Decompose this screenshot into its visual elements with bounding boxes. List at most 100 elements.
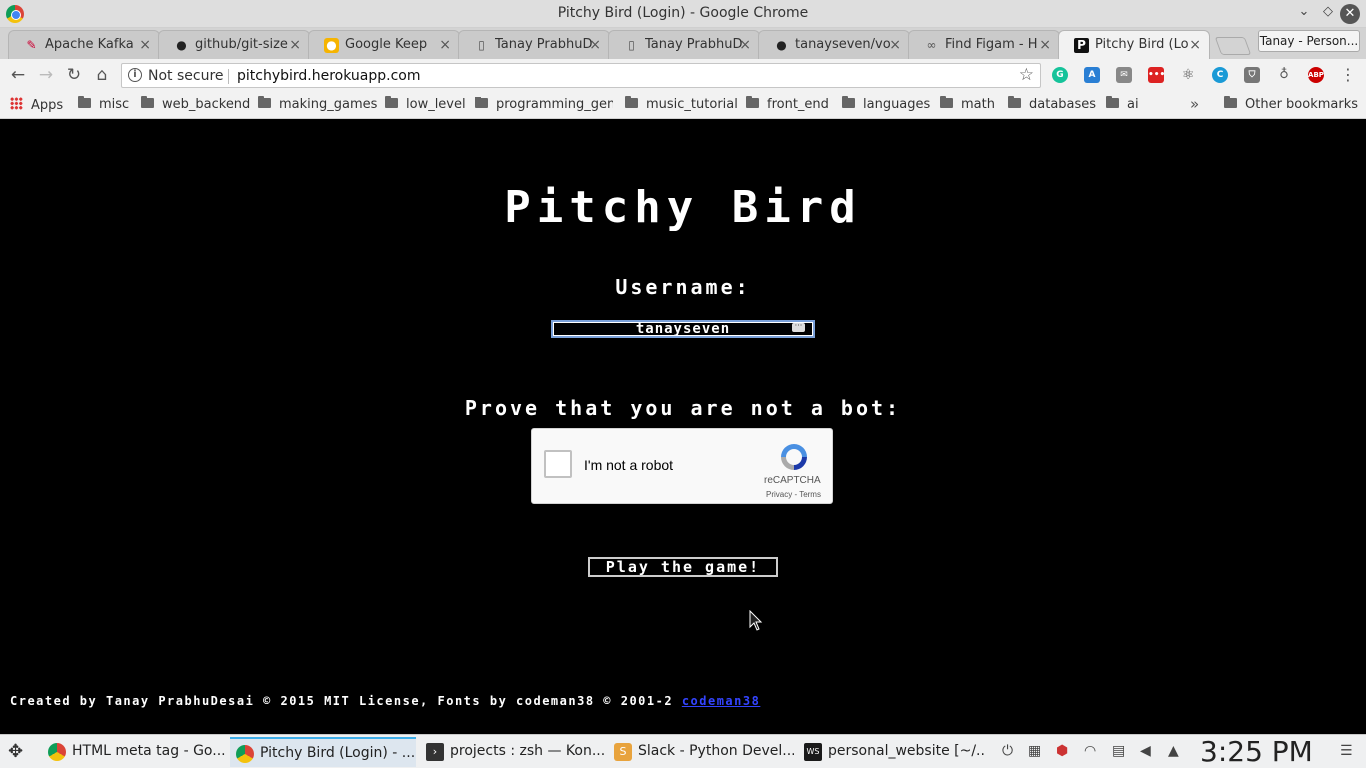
bookmark-folder-math[interactable]: math bbox=[940, 96, 995, 112]
bookmark-folder-languages[interactable]: languages bbox=[842, 96, 931, 112]
close-window-icon[interactable]: ✕ bbox=[1340, 4, 1360, 24]
document-icon: ▯ bbox=[628, 38, 635, 52]
security-status[interactable]: Not secure bbox=[148, 68, 224, 84]
recaptcha-logo-icon bbox=[781, 444, 807, 470]
more-bookmarks-icon[interactable]: » bbox=[1190, 95, 1199, 113]
browser-toolbar: ← → ↻ ⌂ i Not secure pitchybird.herokuap… bbox=[0, 59, 1366, 92]
maximize-icon[interactable]: ◇ bbox=[1318, 4, 1338, 19]
bookmark-label: languages bbox=[863, 97, 931, 112]
password-manager-icon[interactable]: ··· bbox=[792, 322, 805, 332]
bookmark-folder-front-end[interactable]: front_end bbox=[746, 96, 829, 112]
tab-tanayseven-repo[interactable]: ● tanayseven/vo × bbox=[758, 30, 910, 59]
task-konsole[interactable]: › projects : zsh — Kon... bbox=[420, 737, 606, 767]
close-tab-icon[interactable]: × bbox=[439, 31, 451, 59]
keep-icon: ● bbox=[324, 38, 339, 53]
task-pitchy-bird[interactable]: Pitchy Bird (Login) - ... bbox=[230, 737, 416, 767]
tray-expand-icon[interactable]: ▲ bbox=[1168, 743, 1179, 759]
reload-icon[interactable]: ↻ bbox=[63, 64, 85, 86]
lightbulb-icon[interactable]: ♁ bbox=[1276, 67, 1292, 83]
tray-power-icon[interactable]: ⏻ bbox=[1002, 743, 1013, 759]
tab-label: Tanay PrabhuD bbox=[495, 37, 593, 52]
minimize-icon[interactable]: ⌄ bbox=[1294, 4, 1314, 19]
grammarly-icon[interactable]: G bbox=[1052, 67, 1068, 83]
chrome-icon bbox=[48, 743, 66, 761]
tab-find-figam[interactable]: ∞ Find Figam - H × bbox=[908, 30, 1060, 59]
tray-app-icon[interactable]: ⬢ bbox=[1056, 743, 1068, 759]
extension-a-icon[interactable]: A bbox=[1084, 67, 1100, 83]
shield-icon[interactable]: ⛉ bbox=[1244, 67, 1260, 83]
close-tab-icon[interactable]: × bbox=[289, 31, 301, 59]
info-icon[interactable]: i bbox=[128, 68, 142, 82]
back-icon[interactable]: ← bbox=[7, 64, 29, 86]
bookmark-star-icon[interactable]: ☆ bbox=[1019, 65, 1034, 85]
play-game-button[interactable]: Play the game! bbox=[588, 557, 778, 577]
react-devtools-icon[interactable]: ⚛ bbox=[1180, 67, 1196, 83]
bookmark-label: music_tutorial bbox=[646, 97, 738, 112]
forward-icon[interactable]: → bbox=[35, 64, 57, 86]
folder-icon bbox=[141, 96, 154, 108]
tab-pitchy-bird[interactable]: P Pitchy Bird (Lo × bbox=[1058, 30, 1210, 59]
bookmark-folder-web-backend[interactable]: web_backend bbox=[141, 96, 250, 112]
chrome-menu-icon[interactable]: ⋮ bbox=[1340, 65, 1356, 84]
tab-google-keep[interactable]: ● Google Keep × bbox=[308, 30, 460, 59]
task-label: Pitchy Bird (Login) - ... bbox=[260, 745, 416, 761]
pitchy-icon: P bbox=[1074, 38, 1089, 53]
recaptcha-privacy-terms[interactable]: Privacy - Terms bbox=[766, 490, 821, 499]
close-tab-icon[interactable]: × bbox=[1189, 31, 1201, 59]
tray-volume-icon[interactable]: ◀ bbox=[1140, 743, 1151, 759]
task-label: personal_website [~/... bbox=[828, 743, 984, 759]
close-tab-icon[interactable]: × bbox=[1039, 31, 1051, 59]
bookmark-other[interactable]: Other bookmarks bbox=[1224, 96, 1358, 112]
tab-github-git-size[interactable]: ● github/git-size × bbox=[158, 30, 310, 59]
task-html-meta-tag[interactable]: HTML meta tag - Go... bbox=[42, 737, 228, 767]
folder-icon bbox=[625, 96, 638, 108]
folder-icon bbox=[1008, 96, 1021, 108]
app-launcher-icon[interactable]: ✥ bbox=[8, 741, 23, 762]
mail-icon[interactable]: ✉ bbox=[1116, 67, 1132, 83]
extension-c-icon[interactable]: C bbox=[1212, 67, 1228, 83]
bookmark-folder-making-games[interactable]: making_games bbox=[258, 96, 377, 112]
apps-grid-icon bbox=[10, 97, 23, 110]
tray-network-grid-icon[interactable]: ▦ bbox=[1028, 743, 1041, 759]
bookmark-label: programming_gen bbox=[496, 97, 613, 112]
bookmark-folder-databases[interactable]: databases bbox=[1008, 96, 1096, 112]
tray-clipboard-icon[interactable]: ▤ bbox=[1112, 743, 1125, 759]
home-icon[interactable]: ⌂ bbox=[91, 64, 113, 86]
close-tab-icon[interactable]: × bbox=[139, 31, 151, 59]
bookmark-folder-music-tutorial[interactable]: music_tutorial bbox=[625, 96, 738, 112]
profile-button[interactable]: Tanay - Person... bbox=[1258, 30, 1360, 52]
bookmark-folder-misc[interactable]: misc bbox=[78, 96, 130, 112]
bookmark-folder-low-level[interactable]: low_level bbox=[385, 96, 466, 112]
task-label: projects : zsh — Kon... bbox=[450, 743, 606, 759]
footer-link-codeman38[interactable]: codeman38 bbox=[682, 694, 761, 708]
github-icon: ● bbox=[776, 38, 787, 52]
tab-tanay-doc-1[interactable]: ▯ Tanay PrabhuD × bbox=[458, 30, 610, 59]
folder-icon bbox=[746, 96, 759, 108]
new-tab-button[interactable] bbox=[1214, 37, 1252, 55]
username-input[interactable]: tanayseven bbox=[551, 320, 815, 338]
taskbar-clock[interactable]: 3:25 PM bbox=[1200, 735, 1313, 768]
close-tab-icon[interactable]: × bbox=[589, 31, 601, 59]
show-desktop-icon[interactable]: ☰ bbox=[1340, 743, 1353, 759]
tab-tanay-doc-2[interactable]: ▯ Tanay PrabhuD × bbox=[608, 30, 760, 59]
bookmark-label: ai bbox=[1127, 97, 1139, 112]
bookmark-label: misc bbox=[99, 97, 130, 112]
extension-dots-icon[interactable]: ••• bbox=[1148, 67, 1165, 83]
url-text[interactable]: pitchybird.herokuapp.com bbox=[237, 68, 421, 84]
tray-wifi-icon[interactable]: ◠ bbox=[1084, 743, 1096, 759]
task-label: HTML meta tag - Go... bbox=[72, 743, 226, 759]
close-tab-icon[interactable]: × bbox=[889, 31, 901, 59]
adblock-plus-icon[interactable]: ABP bbox=[1308, 67, 1324, 83]
task-slack[interactable]: S Slack - Python Devel... bbox=[608, 737, 794, 767]
folder-icon bbox=[475, 97, 488, 108]
recaptcha-checkbox[interactable] bbox=[544, 450, 572, 478]
close-tab-icon[interactable]: × bbox=[739, 31, 751, 59]
bookmark-folder-programming-gen[interactable]: programming_gen bbox=[475, 97, 613, 112]
task-webstorm[interactable]: WS personal_website [~/... bbox=[798, 737, 984, 767]
address-bar[interactable]: i Not secure pitchybird.herokuapp.com ☆ bbox=[121, 63, 1041, 88]
bookmark-apps[interactable]: Apps bbox=[10, 97, 63, 113]
bookmark-folder-ai[interactable]: ai bbox=[1106, 96, 1139, 112]
tab-strip: ✎ Apache Kafka × ● github/git-size × ● G… bbox=[0, 28, 1366, 59]
bookmark-label: Apps bbox=[31, 98, 64, 113]
tab-apache-kafka[interactable]: ✎ Apache Kafka × bbox=[8, 30, 160, 59]
